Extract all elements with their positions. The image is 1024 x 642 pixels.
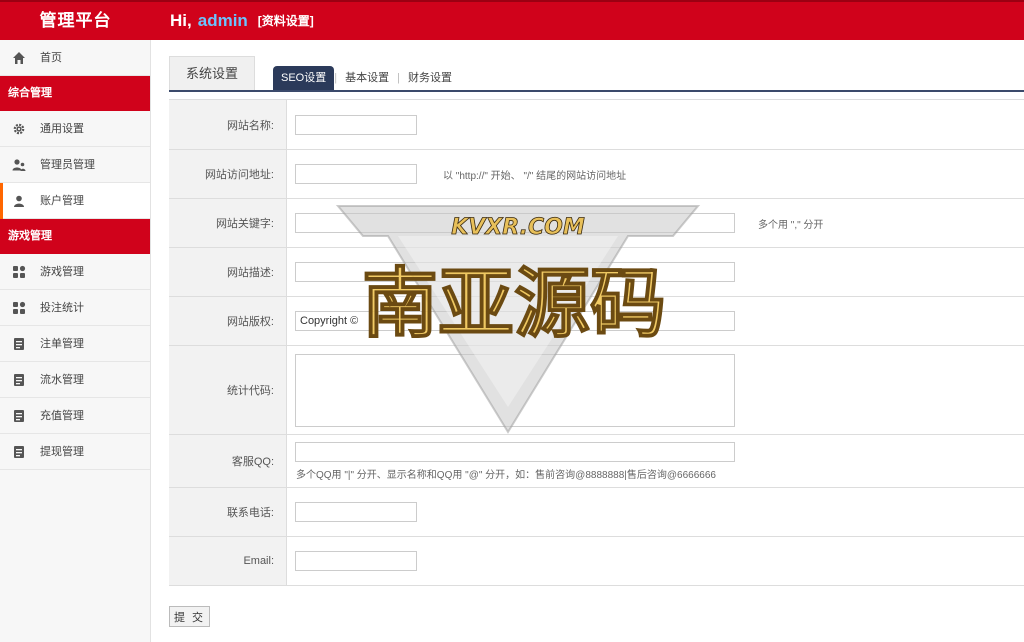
site-name-label: 网站名称: xyxy=(169,100,287,149)
form-row-stats-code: 统计代码: xyxy=(169,346,1024,435)
sidebar: 首页 综合管理 通用设置 管理员管理 账户管理 游戏管理 游戏管理 投注统计 注… xyxy=(0,40,151,642)
qq-hint: 多个QQ用 "|" 分开、显示名称和QQ用 "@" 分开，如：售前咨询@8888… xyxy=(296,470,716,481)
sidebar-item-turnover-management[interactable]: 流水管理 xyxy=(0,362,150,398)
seo-settings-form: 网站名称: 网站访问地址: 以 "http://" 开始、 "/" 结尾的网站访… xyxy=(169,99,1024,586)
tab-finance-settings[interactable]: 财务设置 xyxy=(400,66,460,90)
copyright-label: 网站版权: xyxy=(169,297,287,345)
document-icon xyxy=(14,374,24,386)
form-row-qq: 客服QQ: 多个QQ用 "|" 分开、显示名称和QQ用 "@" 分开，如：售前咨… xyxy=(169,435,1024,488)
greeting-text: Hi, xyxy=(170,11,192,30)
sidebar-group-games: 游戏管理 xyxy=(0,219,150,254)
site-name-input[interactable] xyxy=(295,115,417,135)
email-input[interactable] xyxy=(295,551,417,571)
sidebar-item-label: 流水管理 xyxy=(40,374,84,386)
stats-code-textarea[interactable] xyxy=(295,354,735,427)
grid-icon xyxy=(13,265,26,278)
sidebar-item-label: 投注统计 xyxy=(40,302,84,314)
qq-input[interactable] xyxy=(295,442,735,462)
site-url-hint: 以 "http://" 开始、 "/" 结尾的网站访问地址 xyxy=(443,171,627,182)
page-title: 系统设置 xyxy=(169,56,255,90)
phone-input[interactable] xyxy=(295,502,417,522)
document-icon xyxy=(14,410,24,422)
sidebar-item-label: 管理员管理 xyxy=(40,159,95,171)
form-row-site-url: 网站访问地址: 以 "http://" 开始、 "/" 结尾的网站访问地址 xyxy=(169,150,1024,199)
sidebar-item-home[interactable]: 首页 xyxy=(0,40,150,76)
profile-settings-link[interactable]: [资料设置] xyxy=(258,14,314,28)
user-icon xyxy=(14,195,24,207)
site-url-label: 网站访问地址: xyxy=(169,150,287,198)
form-row-description: 网站描述: xyxy=(169,248,1024,297)
sidebar-group-general: 综合管理 xyxy=(0,76,150,111)
document-icon xyxy=(14,338,24,350)
sidebar-item-general-settings[interactable]: 通用设置 xyxy=(0,111,150,147)
sidebar-item-label: 充值管理 xyxy=(40,410,84,422)
sidebar-item-deposit-management[interactable]: 充值管理 xyxy=(0,398,150,434)
copyright-input[interactable] xyxy=(295,311,735,331)
sidebar-item-bet-statistics[interactable]: 投注统计 xyxy=(0,290,150,326)
submit-button[interactable]: 提 交 xyxy=(169,606,210,627)
form-row-keywords: 网站关键字: 多个用 "," 分开 xyxy=(169,199,1024,248)
home-icon xyxy=(13,52,25,64)
gear-icon xyxy=(13,123,25,135)
form-row-phone: 联系电话: xyxy=(169,488,1024,537)
description-label: 网站描述: xyxy=(169,248,287,296)
qq-label: 客服QQ: xyxy=(169,435,287,487)
sidebar-item-game-management[interactable]: 游戏管理 xyxy=(0,254,150,290)
greeting: Hi, admin [资料设置] xyxy=(170,2,314,40)
grid-icon xyxy=(13,301,26,314)
tab-bar: 系统设置 SEO设置 | 基本设置 | 财务设置 xyxy=(169,56,1024,92)
keywords-input[interactable] xyxy=(295,213,735,233)
brand-title: 管理平台 xyxy=(39,11,112,30)
username[interactable]: admin xyxy=(198,11,248,30)
sidebar-item-label: 首页 xyxy=(40,52,62,64)
sidebar-item-label: 提现管理 xyxy=(40,446,84,458)
tab-basic-settings[interactable]: 基本设置 xyxy=(337,66,397,90)
description-input[interactable] xyxy=(295,262,735,282)
keywords-hint: 多个用 "," 分开 xyxy=(758,220,824,231)
sidebar-item-label: 注单管理 xyxy=(40,338,84,350)
settings-tabs: SEO设置 | 基本设置 | 财务设置 xyxy=(273,66,460,90)
main-content: 系统设置 SEO设置 | 基本设置 | 财务设置 网站名称: 网站访问地址: 以… xyxy=(169,56,1024,586)
tab-seo-settings[interactable]: SEO设置 xyxy=(273,66,335,90)
sidebar-item-label: 通用设置 xyxy=(40,123,84,135)
sidebar-item-admin-management[interactable]: 管理员管理 xyxy=(0,147,150,183)
stats-code-label: 统计代码: xyxy=(169,346,287,434)
top-header: 管理平台 Hi, admin [资料设置] xyxy=(0,0,1024,40)
email-label: Email: xyxy=(169,537,287,585)
keywords-label: 网站关键字: xyxy=(169,199,287,247)
phone-label: 联系电话: xyxy=(169,488,287,536)
form-row-site-name: 网站名称: xyxy=(169,100,1024,150)
form-row-copyright: 网站版权: xyxy=(169,297,1024,346)
users-icon xyxy=(12,159,26,171)
sidebar-item-bet-slip-management[interactable]: 注单管理 xyxy=(0,326,150,362)
sidebar-item-label: 游戏管理 xyxy=(40,266,84,278)
sidebar-item-withdrawal-management[interactable]: 提现管理 xyxy=(0,434,150,470)
document-icon xyxy=(14,446,24,458)
form-row-email: Email: xyxy=(169,537,1024,586)
site-url-input[interactable] xyxy=(295,164,417,184)
sidebar-item-account-management[interactable]: 账户管理 xyxy=(0,183,150,219)
sidebar-item-label: 账户管理 xyxy=(40,195,84,207)
